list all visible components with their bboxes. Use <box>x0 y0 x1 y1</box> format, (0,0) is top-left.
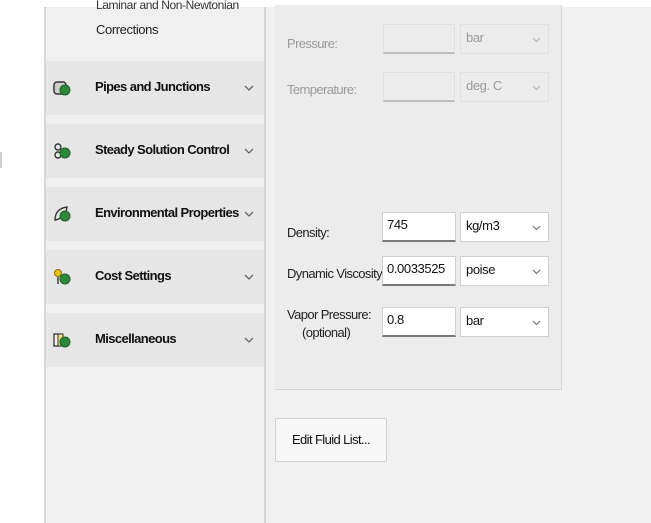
temperature-unit-value: deg. C <box>466 78 502 93</box>
chevron-down-icon[interactable] <box>242 207 256 221</box>
sidebar-item-label: Cost Settings <box>95 268 172 283</box>
sidebar-item-miscellaneous[interactable]: Miscellaneous <box>46 313 264 367</box>
chevron-down-icon <box>531 221 542 232</box>
sidebar-item-label-line1: Laminar and Non-Newtonian <box>96 0 239 12</box>
vapor-pressure-optional-label: (optional) <box>302 325 351 340</box>
chevron-down-icon <box>531 81 542 92</box>
sidebar-item-laminar-corrections[interactable]: Laminar and Non-Newtonian Corrections <box>96 0 264 55</box>
chevron-down-icon[interactable] <box>242 144 256 158</box>
vapor-pressure-input[interactable]: 0.8 <box>382 307 456 337</box>
chevron-down-icon <box>531 265 542 276</box>
chevron-down-icon[interactable] <box>242 81 256 95</box>
sidebar-item-steady-solution-control[interactable]: Steady Solution Control <box>46 124 264 178</box>
pipe-icon <box>53 79 71 97</box>
density-unit-select[interactable]: kg/m3 <box>460 212 549 242</box>
chevron-down-icon[interactable] <box>242 333 256 347</box>
chevron-down-icon <box>531 316 542 327</box>
viscosity-label: Dynamic Viscosity: <box>287 266 386 281</box>
temperature-label: Temperature: <box>287 82 357 97</box>
environment-icon <box>53 205 71 223</box>
sidebar-item-label: Steady Solution Control <box>95 142 230 157</box>
vapor-pressure-unit-select[interactable]: bar <box>460 307 549 337</box>
solution-control-icon <box>53 142 71 160</box>
sidebar-item-label: Environmental Properties <box>95 205 239 220</box>
viscosity-unit-select[interactable]: poise <box>460 256 549 286</box>
sidebar-item-pipes-and-junctions[interactable]: Pipes and Junctions <box>46 61 264 115</box>
temperature-unit-select[interactable]: deg. C <box>460 72 549 102</box>
sidebar-item-label-line2: Corrections <box>96 22 159 37</box>
left-edge <box>0 7 45 523</box>
miscellaneous-icon <box>53 331 71 349</box>
sidebar-item-environmental-properties[interactable]: Environmental Properties <box>46 187 264 241</box>
pressure-unit-value: bar <box>466 30 484 45</box>
edge-tick <box>0 152 2 168</box>
vapor-pressure-unit-value: bar <box>466 313 484 328</box>
pressure-label: Pressure: <box>287 36 338 51</box>
density-unit-value: kg/m3 <box>466 218 500 233</box>
vapor-pressure-label: Vapor Pressure: <box>287 307 372 322</box>
sidebar: Laminar and Non-Newtonian Corrections Pi… <box>46 0 264 523</box>
pressure-unit-select[interactable]: bar <box>460 24 549 54</box>
viscosity-unit-value: poise <box>466 262 496 277</box>
viscosity-input[interactable]: 0.0033525 <box>382 256 456 286</box>
density-label: Density: <box>287 225 330 240</box>
sidebar-item-cost-settings[interactable]: Cost Settings <box>46 250 264 304</box>
cost-icon <box>53 268 71 286</box>
pressure-input[interactable] <box>383 24 455 54</box>
sidebar-item-label: Pipes and Junctions <box>95 79 211 94</box>
density-input[interactable]: 745 <box>382 212 456 242</box>
chevron-down-icon <box>531 33 542 44</box>
chevron-down-icon[interactable] <box>242 270 256 284</box>
edit-fluid-list-button[interactable]: Edit Fluid List... <box>275 418 387 462</box>
sidebar-item-label: Miscellaneous <box>95 331 177 346</box>
temperature-input[interactable] <box>383 72 455 102</box>
